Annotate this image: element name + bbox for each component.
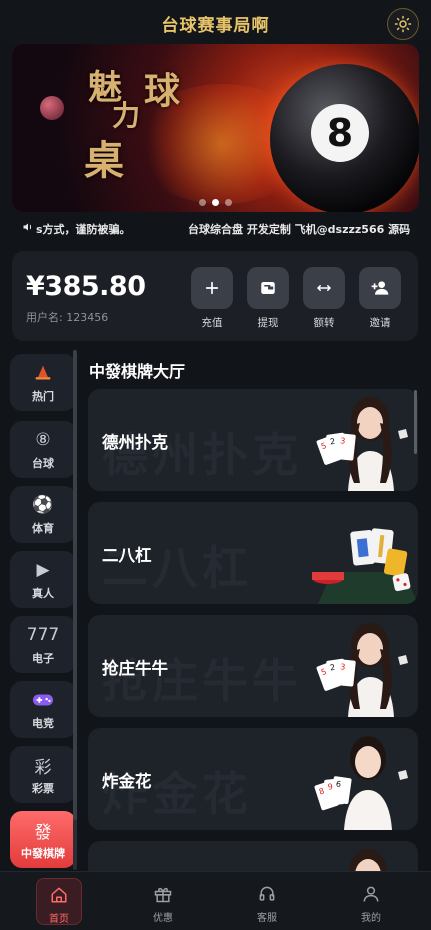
marquee-message: 台球综合盘 开发定制 飞机@dszzz566 源码 bbox=[188, 223, 411, 236]
invite-action[interactable]: 邀请 bbox=[359, 267, 401, 330]
deposit-action[interactable]: 充值 bbox=[191, 267, 233, 330]
gamepad-icon bbox=[10, 689, 76, 711]
sidebar-item-lottery[interactable]: 彩 彩票 bbox=[10, 746, 76, 803]
withdraw-label: 提现 bbox=[257, 317, 279, 329]
sidebar-item-label: 台球 bbox=[32, 457, 54, 470]
sidebar-item-live[interactable]: ▶ 真人 bbox=[10, 551, 76, 608]
sidebar-item-label: 电竞 bbox=[32, 717, 54, 730]
dealer-cards-image: 5 2 3 bbox=[316, 623, 408, 717]
balance-amount: ¥385.80 bbox=[26, 271, 146, 302]
deposit-label: 充值 bbox=[201, 317, 223, 329]
game-card-erbagang[interactable]: 二八杠 二八杠 bbox=[88, 502, 418, 604]
wallet-icon bbox=[261, 282, 275, 294]
transfer-button[interactable] bbox=[303, 267, 345, 309]
sidebar-item-billiards[interactable]: ⑧ 台球 bbox=[10, 421, 76, 478]
tab-customer-service[interactable]: 客服 bbox=[244, 878, 290, 925]
soccer-ball-icon: ⚽ bbox=[32, 495, 54, 515]
game-card-title: 二八杠 bbox=[102, 546, 152, 565]
mahjong-tiles-image bbox=[312, 528, 418, 604]
wallet-card: ¥385.80 用户名: 123456 充值 提现 额转 邀请 bbox=[12, 251, 418, 341]
ball-number: 8 bbox=[311, 104, 369, 162]
sidebar-item-slots[interactable]: 777 电子 bbox=[10, 616, 76, 673]
announcement-marquee[interactable]: s方式，谨防被骗。 台球综合盘 开发定制 飞机@dszzz566 源码 bbox=[22, 218, 412, 238]
transfer-label: 额转 bbox=[313, 317, 335, 329]
sidebar-item-label: 体育 bbox=[32, 522, 54, 535]
promo-banner[interactable]: 魅 力 球 桌 8 bbox=[12, 44, 419, 212]
sidebar-item-label: 热门 bbox=[32, 390, 54, 403]
svg-text:3: 3 bbox=[340, 662, 346, 671]
chess-card-icon: 發 bbox=[34, 822, 52, 843]
game-list-scrollbar[interactable] bbox=[414, 390, 417, 454]
tab-label: 优惠 bbox=[153, 913, 173, 924]
game-card-qiangzhuang-niuniu[interactable]: 抢庄牛牛 抢庄牛牛 5 2 3 bbox=[88, 615, 418, 717]
home-icon bbox=[37, 885, 81, 905]
billiard-ball-icon: ⑧ bbox=[35, 430, 51, 450]
sidebar-item-chess-cards[interactable]: 發 中發棋牌 bbox=[10, 811, 76, 868]
transfer-action[interactable]: 额转 bbox=[303, 267, 345, 330]
carousel-dot-active[interactable] bbox=[212, 199, 219, 206]
dealer-cards-image: 8 9 6 bbox=[314, 736, 408, 830]
game-card[interactable] bbox=[88, 841, 418, 871]
sidebar-item-label: 真人 bbox=[32, 587, 54, 600]
svg-text:3: 3 bbox=[340, 436, 346, 445]
add-user-icon bbox=[371, 281, 389, 295]
tab-label: 首页 bbox=[49, 914, 69, 925]
sidebar-item-label: 中發棋牌 bbox=[21, 847, 65, 860]
tab-promotions[interactable]: 优惠 bbox=[140, 878, 186, 925]
sidebar-item-esports[interactable]: 电竞 bbox=[10, 681, 76, 738]
slot-777-icon: 777 bbox=[26, 625, 60, 645]
invite-button[interactable] bbox=[359, 267, 401, 309]
gift-icon bbox=[140, 884, 186, 904]
tab-profile[interactable]: 我的 bbox=[348, 878, 394, 925]
carousel-indicator bbox=[12, 199, 419, 206]
marquee-message: s方式，谨防被骗。 bbox=[36, 223, 131, 236]
tab-label: 客服 bbox=[257, 913, 277, 924]
sidebar-item-label: 彩票 bbox=[32, 782, 54, 795]
app-title: 台球赛事局啊 bbox=[161, 16, 270, 36]
sun-icon bbox=[394, 15, 412, 33]
invite-label: 邀请 bbox=[369, 317, 391, 329]
game-card-texas-holdem[interactable]: 德州扑克 德州扑克 5 2 3 bbox=[88, 389, 418, 491]
tab-label: 我的 bbox=[361, 913, 381, 924]
sidebar-item-label: 电子 bbox=[32, 652, 54, 665]
sidebar-item-hot[interactable]: 热门 bbox=[10, 354, 76, 411]
tab-home[interactable]: 首页 bbox=[36, 878, 82, 925]
banner-title-art: 魅 力 球 桌 bbox=[82, 54, 192, 204]
dealer-cards-image bbox=[349, 849, 387, 871]
withdraw-button[interactable] bbox=[247, 267, 289, 309]
bottom-tab-bar: 首页 优惠 客服 我的 bbox=[0, 871, 431, 930]
transfer-icon bbox=[317, 285, 331, 291]
banner-planet bbox=[40, 96, 64, 120]
sidebar-scroll-thumb[interactable] bbox=[73, 350, 77, 820]
username-label: 用户名: 123456 bbox=[26, 311, 109, 324]
speaker-icon bbox=[23, 223, 32, 231]
banner-art-char: 桌 bbox=[84, 137, 124, 184]
top-bar: 台球赛事局啊 bbox=[0, 0, 431, 46]
hall-title: 中發棋牌大厅 bbox=[89, 362, 186, 381]
headset-icon bbox=[244, 884, 290, 904]
sidebar-item-sports[interactable]: ⚽ 体育 bbox=[10, 486, 76, 543]
game-list: 德州扑克 德州扑克 5 2 3 二八杠 二八杠 抢庄牛牛 抢庄牛牛 5 2 3 … bbox=[88, 389, 418, 871]
banner-art-char: 球 bbox=[144, 70, 181, 112]
carousel-dot[interactable] bbox=[225, 199, 232, 206]
flame-icon bbox=[10, 362, 76, 384]
game-card-title: 炸金花 bbox=[102, 772, 152, 791]
lottery-icon: 彩 bbox=[34, 757, 52, 778]
play-icon: ▶ bbox=[36, 560, 50, 580]
sidebar-scrollbar[interactable] bbox=[73, 350, 77, 870]
eight-ball-image: 8 bbox=[270, 64, 419, 212]
game-card-title: 德州扑克 bbox=[102, 433, 168, 452]
carousel-dot[interactable] bbox=[199, 199, 206, 206]
withdraw-action[interactable]: 提现 bbox=[247, 267, 289, 330]
game-card-zhajinhua[interactable]: 炸金花 炸金花 8 9 6 bbox=[88, 728, 418, 830]
plus-icon bbox=[205, 281, 219, 295]
user-icon bbox=[348, 884, 394, 904]
deposit-button[interactable] bbox=[191, 267, 233, 309]
theme-toggle-button[interactable] bbox=[387, 8, 419, 40]
game-card-title: 抢庄牛牛 bbox=[102, 659, 168, 678]
dealer-cards-image: 5 2 3 bbox=[316, 397, 408, 491]
